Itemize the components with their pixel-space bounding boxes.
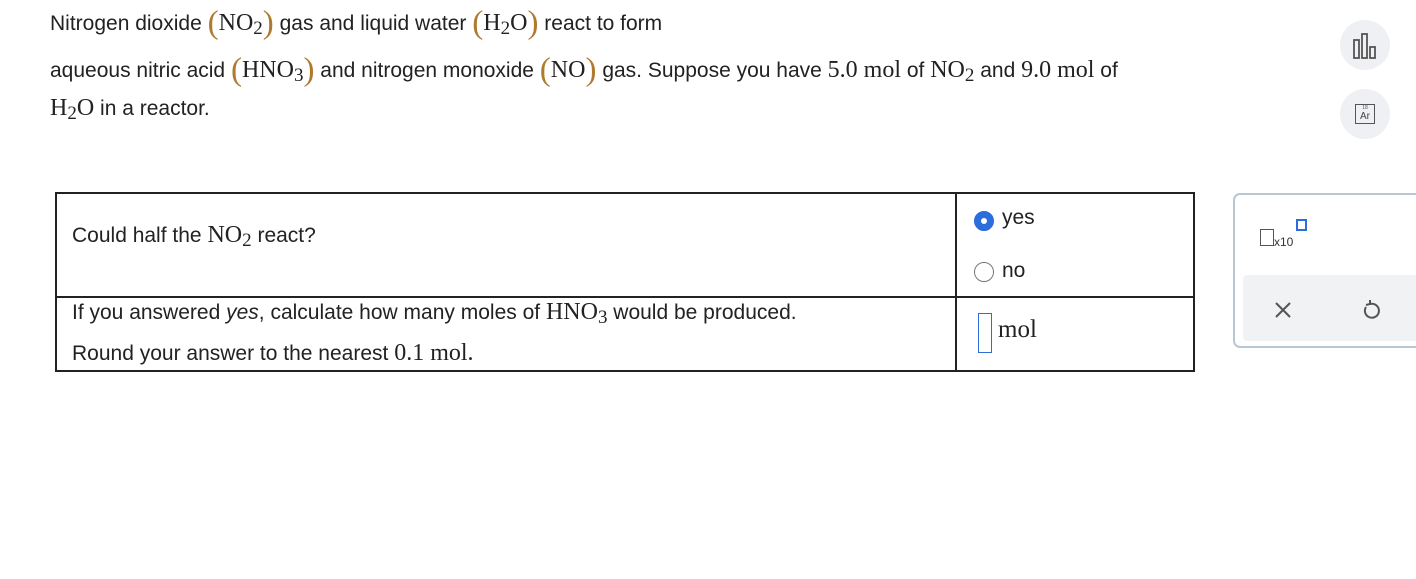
problem-line-1: Nitrogen dioxide (NO2) gas and liquid wa… [50,5,663,41]
moles-answer-input[interactable] [978,313,992,353]
radio-no-label[interactable]: no [1002,259,1025,283]
undo-icon [1363,300,1380,319]
question-1: Could half the NO2 react? [72,222,316,251]
periodic-table-button[interactable]: 18 Ar [1340,89,1390,139]
chart-button[interactable] [1340,20,1390,70]
close-button[interactable] [1271,298,1295,322]
panel-actions [1243,275,1416,341]
superscript-template-button[interactable]: x10 [1255,215,1315,255]
undo-button[interactable] [1358,298,1384,324]
chart-icon [1353,33,1376,59]
radio-no[interactable] [974,262,994,282]
problem-line-2: aqueous nitric acid (HNO3) and nitrogen … [50,52,1118,88]
unit-label: mol [998,316,1037,343]
problem-line-3: H2O in a reactor. [50,95,210,124]
question-2-line-2: Round your answer to the nearest 0.1 mol… [72,340,474,366]
periodic-table-icon: 18 Ar [1355,104,1375,124]
close-icon [1275,302,1291,318]
table-divider-horizontal [55,296,1195,298]
table-divider-vertical [955,192,957,372]
radio-yes[interactable] [974,211,994,231]
radio-yes-label[interactable]: yes [1002,206,1035,230]
question-2-line-1: If you answered yes, calculate how many … [72,299,797,328]
